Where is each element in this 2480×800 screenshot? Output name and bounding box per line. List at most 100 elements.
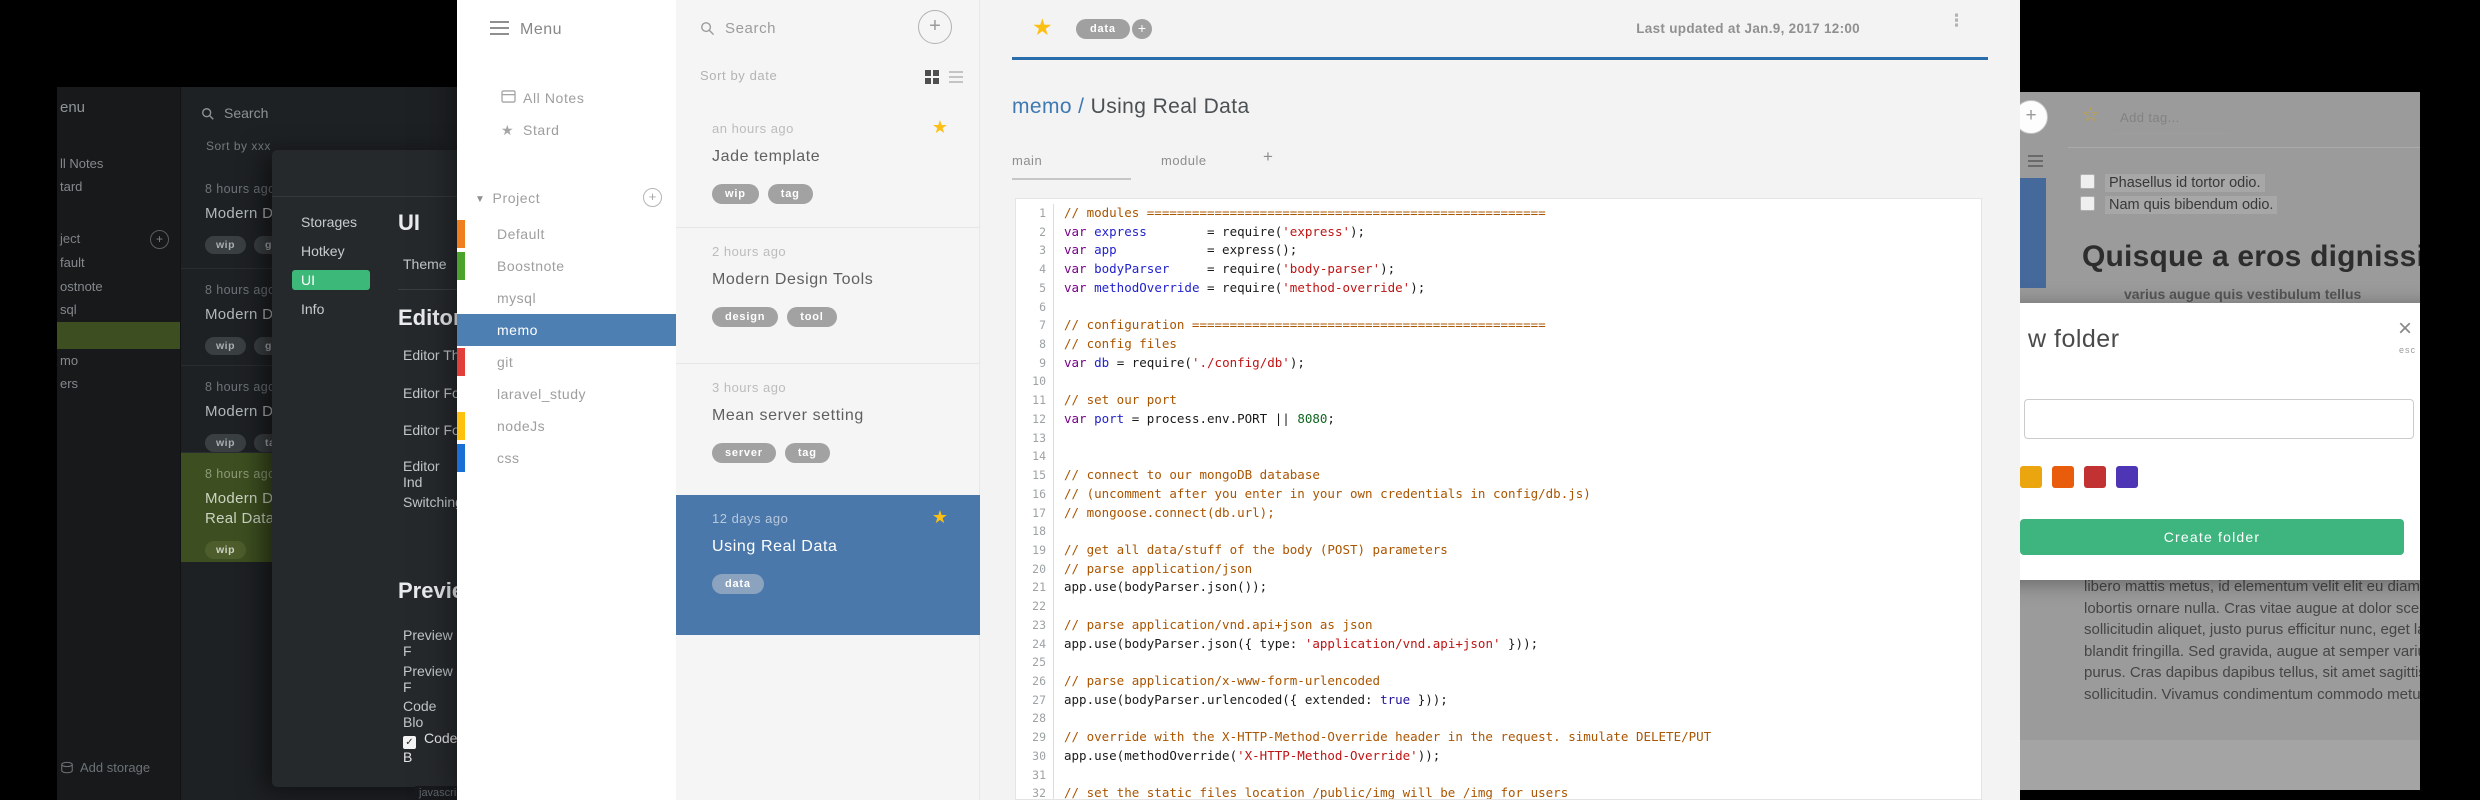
code-line: 25: [1016, 653, 1981, 672]
settings-nav-item-info[interactable]: Info: [292, 299, 370, 319]
note-tags: server tag: [712, 443, 980, 463]
code-text: // set the static files location /public…: [1054, 784, 1568, 799]
add-tab-button[interactable]: +: [1263, 147, 1273, 167]
list-view-icon[interactable]: [949, 71, 963, 86]
color-swatch[interactable]: [2116, 466, 2138, 488]
grid-view-icon[interactable]: [925, 70, 941, 86]
token-v: port: [1094, 410, 1125, 426]
add-folder-button[interactable]: +: [643, 188, 662, 207]
dark-folder-item[interactable]: ostnote: [57, 275, 180, 299]
folder-name-input[interactable]: [2024, 399, 2414, 439]
sidebar-folder-Boostnote[interactable]: Boostnote: [457, 250, 676, 282]
divider: [2068, 147, 2420, 148]
paragraph-line: lobortis ornare nulla. Cras vitae augue …: [2084, 599, 2420, 617]
project-section-header[interactable]: ▼ Project: [475, 190, 540, 206]
code-text: // configuration =======================…: [1054, 316, 1546, 335]
tag-pill: wip: [205, 541, 246, 559]
settings-nav-item-storages[interactable]: Storages: [292, 212, 370, 232]
settings-nav-item-ui[interactable]: UI: [292, 270, 370, 290]
code-editor[interactable]: 1 // modules ============================…: [1015, 198, 1982, 800]
tag-pill: tool: [787, 307, 837, 327]
sidebar-folder-Default[interactable]: Default: [457, 218, 676, 250]
right-screenshot-dimmed: + ☆ Add tag... Phasellus id tortor odio.…: [2020, 92, 2420, 790]
new-note-button[interactable]: +: [2020, 100, 2048, 134]
code-line: 12 var port = process.env.PORT || 8080;: [1016, 409, 1981, 429]
dark-sidebar-item[interactable]: ll Notes: [60, 153, 103, 175]
settings-row: Preview F: [403, 663, 453, 695]
token-c: // connect to our mongoDB database: [1064, 467, 1320, 483]
dark-folder-item[interactable]: sql: [57, 298, 180, 322]
dark-project-header[interactable]: ject: [60, 231, 80, 246]
checklist-row[interactable]: Phasellus id tortor odio.: [2080, 174, 2265, 194]
dark-folder-item[interactable]: [57, 322, 180, 349]
dark-folder-item[interactable]: fault: [57, 251, 180, 275]
sidebar-folder-memo[interactable]: memo: [457, 314, 676, 346]
note-list-item[interactable]: an hours ago ★ Jade template wip tag: [676, 105, 980, 227]
paragraph-line: purus. Cras dapibus dapibus tellus, sit …: [2084, 664, 2420, 681]
dark-folder-item[interactable]: mo: [57, 349, 180, 373]
dark-add-storage-button[interactable]: Add storage: [60, 760, 150, 775]
dark-search-input[interactable]: Search: [201, 105, 268, 121]
new-folder-dialog: w folder × esc Create folder: [2020, 303, 2420, 580]
token-k: var: [1064, 410, 1095, 426]
star-toggle-icon[interactable]: ★: [1032, 14, 1053, 41]
settings-row: Code Blo: [403, 698, 437, 730]
dark-sidebar-item[interactable]: tard: [60, 176, 82, 198]
last-updated-label: Last updated at Jan.9, 2017 12:00: [1636, 21, 1860, 36]
sidebar-folder-css[interactable]: css: [457, 442, 676, 474]
token-v: methodOverride: [1094, 279, 1200, 295]
checkbox-icon[interactable]: [2080, 196, 2095, 211]
color-swatch[interactable]: [2020, 466, 2042, 488]
star-outline-icon[interactable]: ☆: [2082, 104, 2099, 127]
black-frame-top: [2020, 0, 2480, 92]
sort-selector[interactable]: Sort by date: [700, 68, 777, 83]
black-frame-bottom: [2020, 790, 2480, 800]
create-folder-button[interactable]: Create folder: [2020, 519, 2404, 555]
line-number: 21: [1016, 578, 1054, 598]
settings-nav-item-hotkey[interactable]: Hotkey: [292, 241, 370, 261]
color-swatch[interactable]: [2084, 466, 2106, 488]
code-line: 21 app.use(bodyParser.json());: [1016, 578, 1981, 598]
code-line: 9 var db = require('./config/db');: [1016, 353, 1981, 373]
color-swatch[interactable]: [2052, 466, 2074, 488]
search-input[interactable]: Search: [700, 20, 776, 37]
breadcrumb[interactable]: memo /: [1012, 95, 1091, 118]
tab-module[interactable]: module: [1161, 153, 1207, 168]
checkbox-icon[interactable]: [2080, 174, 2095, 189]
dark-add-folder-icon[interactable]: +: [150, 230, 169, 249]
tag-pill[interactable]: data: [1076, 19, 1130, 39]
star-icon[interactable]: ★: [932, 507, 948, 528]
list-view-icon[interactable]: [2028, 155, 2043, 170]
sidebar-item-starred[interactable]: ★ Stard: [501, 122, 559, 139]
kebab-menu-icon[interactable]: ⋮: [1948, 12, 1965, 29]
sidebar: Menu All Notes ★ Stard ▼ Project + Default…: [457, 0, 676, 800]
checklist-row[interactable]: Nam quis bibendum odio.: [2080, 196, 2278, 216]
settings-codeblock-checkbox[interactable]: ✓ Code B: [403, 730, 460, 767]
sidebar-folder-git[interactable]: git: [457, 346, 676, 378]
sidebar-folder-laravel_study[interactable]: laravel_study: [457, 378, 676, 410]
checkbox-icon[interactable]: ✓: [403, 736, 416, 749]
sidebar-folder-mysql[interactable]: mysql: [457, 282, 676, 314]
token-s: 'body-parser': [1282, 261, 1381, 277]
note-list-item[interactable]: 2 hours ago Modern Design Tools design tool: [676, 227, 980, 363]
sidebar-folder-nodeJs[interactable]: nodeJs: [457, 410, 676, 442]
code-line: 13: [1016, 428, 1981, 448]
note-list-item[interactable]: 12 days ago ★ Using Real Data data: [676, 495, 980, 635]
new-note-button[interactable]: +: [918, 10, 952, 44]
add-tag-button[interactable]: +: [1132, 19, 1152, 39]
add-tag-input[interactable]: Add tag...: [2120, 110, 2180, 125]
dark-menu-label[interactable]: enu: [60, 99, 85, 116]
menu-button[interactable]: Menu: [490, 21, 562, 39]
dark-folder-item[interactable]: ers: [57, 372, 180, 396]
dark-sort-selector[interactable]: Sort by xxx: [206, 139, 271, 153]
tab-main[interactable]: main: [1012, 153, 1042, 168]
note-list-item[interactable]: 3 hours ago Mean server setting server tag: [676, 363, 980, 495]
code-line: 31: [1016, 765, 1981, 785]
close-icon[interactable]: ×: [2398, 315, 2412, 343]
star-icon[interactable]: ★: [932, 117, 948, 138]
line-number: 26: [1016, 671, 1054, 691]
sidebar-item-all-notes[interactable]: All Notes: [501, 90, 584, 106]
note-list: an hours ago ★ Jade template wip tag 2 hours …: [676, 105, 980, 635]
